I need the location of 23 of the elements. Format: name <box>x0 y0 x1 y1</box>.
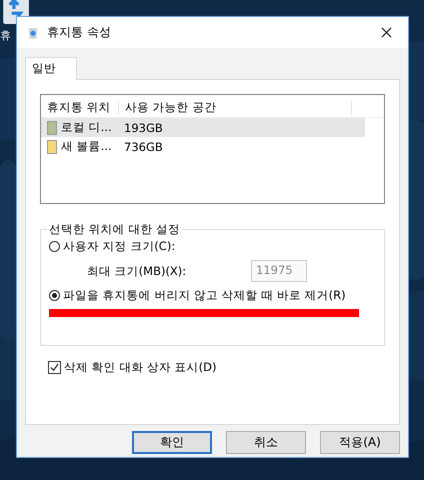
location-name: 새 볼륨... <box>61 139 113 154</box>
option-label: 파일을 휴지통에 버리지 않고 삭제할 때 바로 제거(R) <box>63 288 346 303</box>
tab[interactable]: 일반 <box>25 57 77 80</box>
dialog-button[interactable]: 취소 <box>226 431 306 454</box>
close-icon[interactable] <box>381 27 392 38</box>
dialog-button[interactable]: 적용(A) <box>320 431 400 454</box>
dialog-button[interactable]: 확인 <box>132 431 212 454</box>
column-header[interactable]: 휴지통 위치 <box>41 100 119 114</box>
list-row[interactable]: 새 볼륨... 736GB <box>41 137 365 156</box>
free-space: 736GB <box>124 140 163 154</box>
max-size-label: 최대 크기(MB)(X): <box>87 264 188 278</box>
radio-button[interactable] <box>49 290 60 301</box>
desktop-icon-label: 휴 <box>0 28 11 43</box>
list-row[interactable]: 로컬 디... 193GB <box>41 118 365 137</box>
column-header[interactable]: 사용 가능한 공간 <box>119 100 352 114</box>
free-space: 193GB <box>124 120 163 134</box>
location-name: 로컬 디... <box>61 120 113 135</box>
group-title: 선택한 위치에 대한 설정 <box>48 222 181 237</box>
option-label: 사용자 지정 크기(C): <box>63 239 176 254</box>
checkbox[interactable] <box>48 361 61 374</box>
radio-button[interactable] <box>49 241 60 252</box>
window-title: 휴지통 속성 <box>47 24 112 41</box>
checkbox-label: 삭제 확인 대화 상자 표시(D) <box>64 360 216 375</box>
